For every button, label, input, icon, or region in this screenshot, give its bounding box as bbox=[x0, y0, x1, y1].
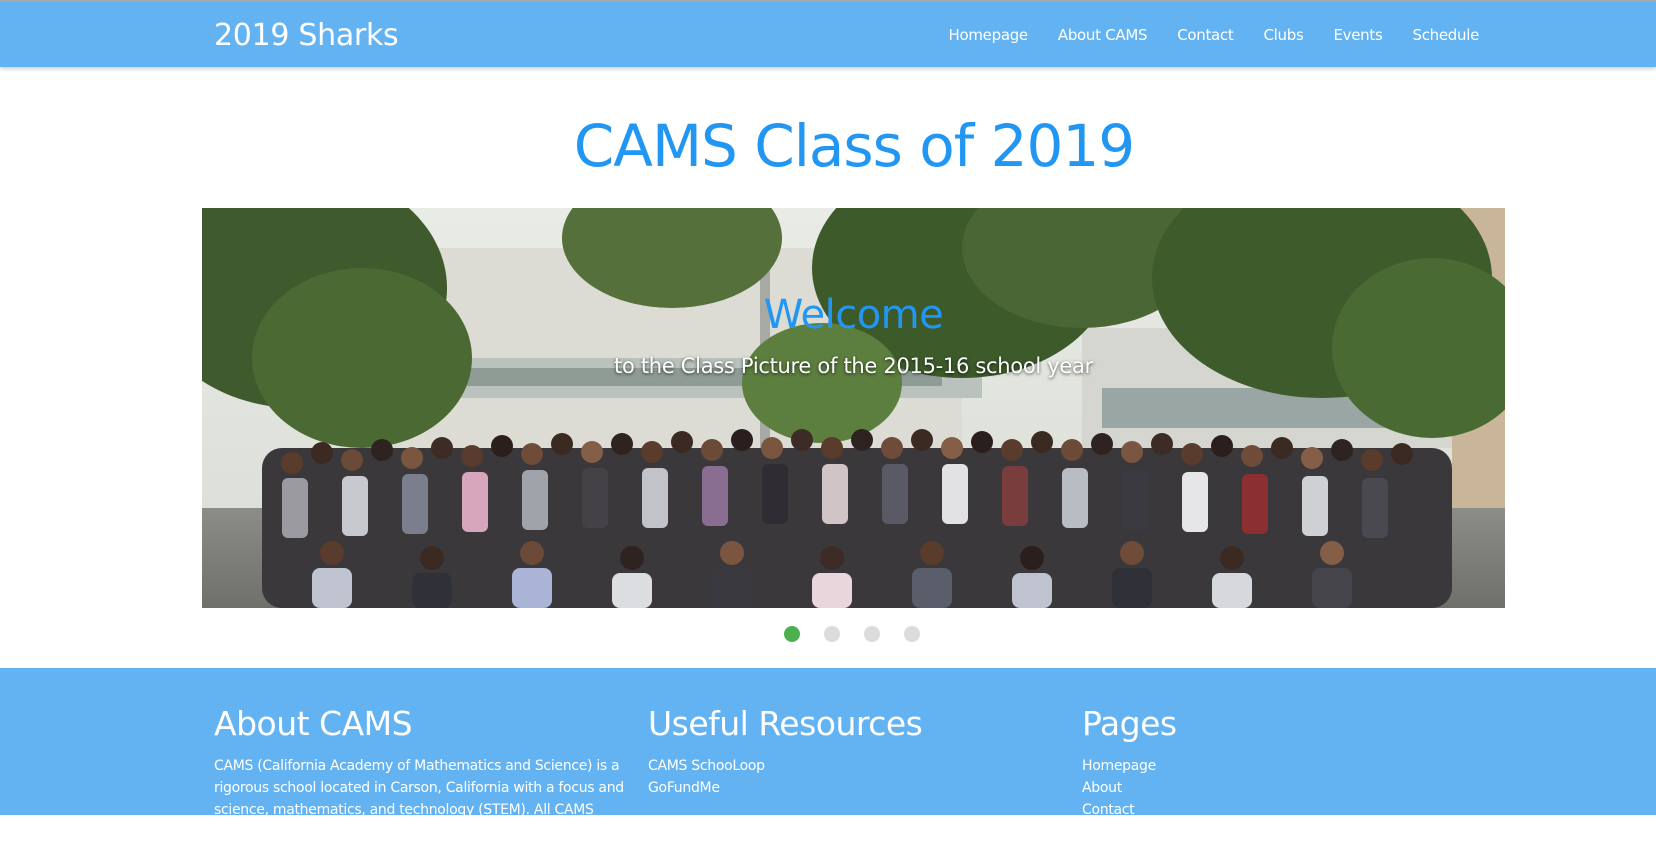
page-title: CAMS Class of 2019 bbox=[573, 112, 1135, 180]
nav-link-events[interactable]: Events bbox=[1333, 26, 1382, 44]
caption-title: Welcome bbox=[763, 292, 944, 338]
footer-about: About CAMS CAMS (California Academy of M… bbox=[214, 704, 629, 843]
footer-link-homepage[interactable]: Homepage bbox=[1082, 755, 1177, 777]
carousel-indicator-3[interactable] bbox=[864, 626, 880, 642]
nav-link-clubs[interactable]: Clubs bbox=[1263, 26, 1303, 44]
carousel[interactable]: Welcome to the Class Picture of the 2015… bbox=[202, 208, 1505, 608]
footer-link-contact[interactable]: Contact bbox=[1082, 799, 1177, 821]
carousel-indicator-1[interactable] bbox=[784, 626, 800, 642]
navbar: 2019 Sharks Homepage About CAMS Contact … bbox=[0, 2, 1656, 67]
class-photo bbox=[202, 208, 1505, 608]
footer-link-schoolloop[interactable]: CAMS SchooLoop bbox=[648, 755, 922, 777]
carousel-indicators bbox=[784, 626, 920, 642]
nav-link-contact[interactable]: Contact bbox=[1177, 26, 1234, 44]
footer: About CAMS CAMS (California Academy of M… bbox=[0, 668, 1656, 840]
nav-link-schedule[interactable]: Schedule bbox=[1412, 26, 1479, 44]
footer-about-text: CAMS (California Academy of Mathematics … bbox=[214, 758, 624, 840]
nav-links: Homepage About CAMS Contact Clubs Events… bbox=[949, 26, 1480, 44]
footer-about-heading: About CAMS bbox=[214, 704, 413, 743]
footer-pages-heading: Pages bbox=[1082, 704, 1177, 743]
carousel-indicator-4[interactable] bbox=[904, 626, 920, 642]
nav-link-about-cams[interactable]: About CAMS bbox=[1058, 26, 1148, 44]
brand-link[interactable]: 2019 Sharks bbox=[214, 18, 399, 53]
caption-subtitle: to the Class Picture of the 2015-16 scho… bbox=[614, 354, 1093, 378]
nav-link-homepage[interactable]: Homepage bbox=[949, 26, 1029, 44]
footer-resources-heading: Useful Resources bbox=[648, 704, 923, 743]
footer-resources: Useful Resources CAMS SchooLoop GoFundMe bbox=[648, 704, 923, 799]
footer-link-gofundme[interactable]: GoFundMe bbox=[648, 777, 922, 799]
footer-link-about[interactable]: About bbox=[1082, 777, 1177, 799]
footer-pages: Pages Homepage About Contact bbox=[1082, 704, 1177, 821]
carousel-indicator-2[interactable] bbox=[824, 626, 840, 642]
